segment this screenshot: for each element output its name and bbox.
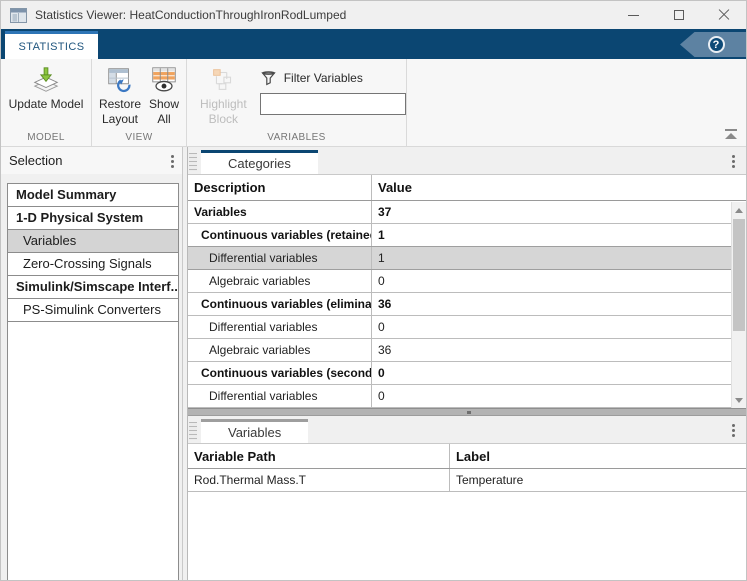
table-row-selected[interactable]: Differential variables 1 [187, 246, 746, 270]
tab-statistics-label: STATISTICS [18, 40, 85, 53]
window-title: Statistics Viewer: HeatConductionThrough… [35, 8, 347, 22]
restore-layout-label-line2: Layout [101, 112, 138, 126]
toolbar-section-view: Restore Layout Show All VIEW [92, 59, 187, 146]
minimize-icon [628, 14, 639, 16]
selection-item-1d-physical-system[interactable]: 1-D Physical System [8, 207, 178, 230]
tab-categories-label: Categories [227, 156, 291, 171]
update-model-button[interactable]: Update Model [6, 64, 87, 113]
section-label-model: MODEL [27, 132, 65, 143]
filter-variables-input[interactable] [259, 93, 406, 115]
selection-panel-title: Selection [9, 153, 63, 168]
toolbar-section-variables: Highlight Block Filter Variables VARIABL… [187, 59, 407, 146]
title-bar: Statistics Viewer: HeatConductionThrough… [1, 1, 746, 29]
right-panels: Categories Description Value Variables 3… [186, 147, 746, 580]
tab-variables[interactable]: Variables [200, 419, 309, 443]
categories-table: Description Value Variables 37 Continuou… [187, 174, 746, 408]
highlight-block-button[interactable]: Highlight Block [197, 64, 250, 128]
restore-layout-button[interactable]: Restore Layout [96, 64, 144, 128]
selection-item-variables[interactable]: Variables [8, 230, 178, 253]
statistics-viewer-window: Statistics Viewer: HeatConductionThrough… [0, 0, 747, 581]
maximize-icon [673, 10, 684, 20]
toolbar-section-model: Update Model MODEL [1, 59, 92, 146]
show-all-icon [152, 67, 176, 92]
categories-menu-icon[interactable] [731, 153, 735, 169]
ribbon-tab-strip: STATISTICS ? [1, 29, 746, 59]
column-header-label[interactable]: Label [450, 444, 746, 468]
main-area: Selection Model Summary 1-D Physical Sys… [1, 147, 746, 580]
section-label-variables: VARIABLES [267, 132, 326, 143]
collapse-ribbon-button[interactable] [724, 129, 738, 141]
table-row[interactable]: Continuous variables (elimina... 36 [187, 293, 746, 316]
highlight-block-label-line2: Block [208, 112, 239, 126]
table-row[interactable]: Continuous variables (retained) 1 [187, 224, 746, 247]
restore-layout-icon [108, 68, 131, 93]
table-row[interactable]: Algebraic variables 0 [187, 270, 746, 293]
tab-statistics[interactable]: STATISTICS [5, 31, 98, 59]
highlight-block-icon [213, 69, 232, 90]
window-controls [611, 1, 746, 29]
table-row[interactable]: Rod.Thermal Mass.T Temperature [187, 469, 746, 492]
variables-table: Variable Path Label Rod.Thermal Mass.T T… [187, 443, 746, 580]
table-row[interactable]: Variables 37 [187, 201, 746, 224]
toolbar-empty-area [407, 59, 746, 146]
table-row[interactable]: Differential variables 0 [187, 385, 746, 408]
column-header-value[interactable]: Value [372, 175, 746, 200]
selection-item-simulink-simscape-interface[interactable]: Simulink/Simscape Interf... [8, 276, 178, 299]
tab-categories[interactable]: Categories [200, 150, 318, 174]
restore-layout-label-line1: Restore [98, 97, 141, 111]
highlight-block-label-line1: Highlight [200, 97, 247, 111]
column-header-description[interactable]: Description [188, 175, 372, 200]
filter-variables-label: Filter Variables [283, 71, 363, 85]
close-button[interactable] [701, 1, 746, 29]
selection-menu-icon[interactable] [170, 153, 174, 169]
scroll-up-icon [735, 207, 743, 213]
panel-drag-handle-icon[interactable] [188, 153, 197, 171]
show-all-button[interactable]: Show All [146, 64, 182, 128]
variables-table-header: Variable Path Label [187, 444, 746, 469]
splitter-grip-icon [466, 411, 471, 414]
section-label-view: VIEW [125, 132, 153, 143]
column-header-variable-path[interactable]: Variable Path [188, 444, 450, 468]
toolbar: Update Model MODEL Restore Layout Show A… [1, 59, 746, 147]
show-all-label-line2: All [157, 112, 171, 126]
selection-list: Model Summary 1-D Physical System Variab… [7, 183, 179, 580]
categories-scrollbar[interactable] [731, 202, 746, 408]
update-model-label: Update Model [8, 97, 84, 111]
scroll-up-button[interactable] [732, 202, 746, 218]
filter-funnel-icon [260, 70, 276, 85]
variables-tab-strip: Variables [187, 416, 746, 443]
selection-panel: Selection Model Summary 1-D Physical Sys… [1, 147, 182, 580]
scrollbar-thumb[interactable] [733, 219, 745, 331]
horizontal-splitter[interactable] [187, 408, 746, 416]
help-button[interactable]: ? [680, 32, 746, 57]
scroll-down-icon [735, 397, 743, 403]
collapse-ribbon-icon [725, 129, 737, 131]
selection-item-model-summary[interactable]: Model Summary [8, 184, 178, 207]
variables-menu-icon[interactable] [731, 422, 735, 438]
maximize-button[interactable] [656, 1, 701, 29]
table-row[interactable]: Differential variables 0 [187, 316, 746, 339]
minimize-button[interactable] [611, 1, 656, 29]
app-window-icon [10, 7, 27, 23]
selection-panel-header: Selection [1, 147, 182, 174]
panel-drag-handle-icon[interactable] [188, 422, 197, 440]
scroll-down-button[interactable] [732, 392, 746, 408]
selection-item-ps-simulink-converters[interactable]: PS-Simulink Converters [8, 299, 178, 322]
table-row[interactable]: Continuous variables (second... 0 [187, 362, 746, 385]
filter-variables-group: Filter Variables [259, 64, 406, 128]
help-icon: ? [707, 36, 725, 53]
update-model-icon [33, 67, 59, 92]
table-row[interactable]: Algebraic variables 36 [187, 339, 746, 362]
selection-item-zero-crossing-signals[interactable]: Zero-Crossing Signals [8, 253, 178, 276]
show-all-label-line1: Show [149, 97, 180, 111]
categories-table-header: Description Value [187, 175, 746, 201]
close-icon [718, 9, 730, 21]
tab-variables-label: Variables [227, 425, 282, 440]
categories-tab-strip: Categories [187, 147, 746, 174]
